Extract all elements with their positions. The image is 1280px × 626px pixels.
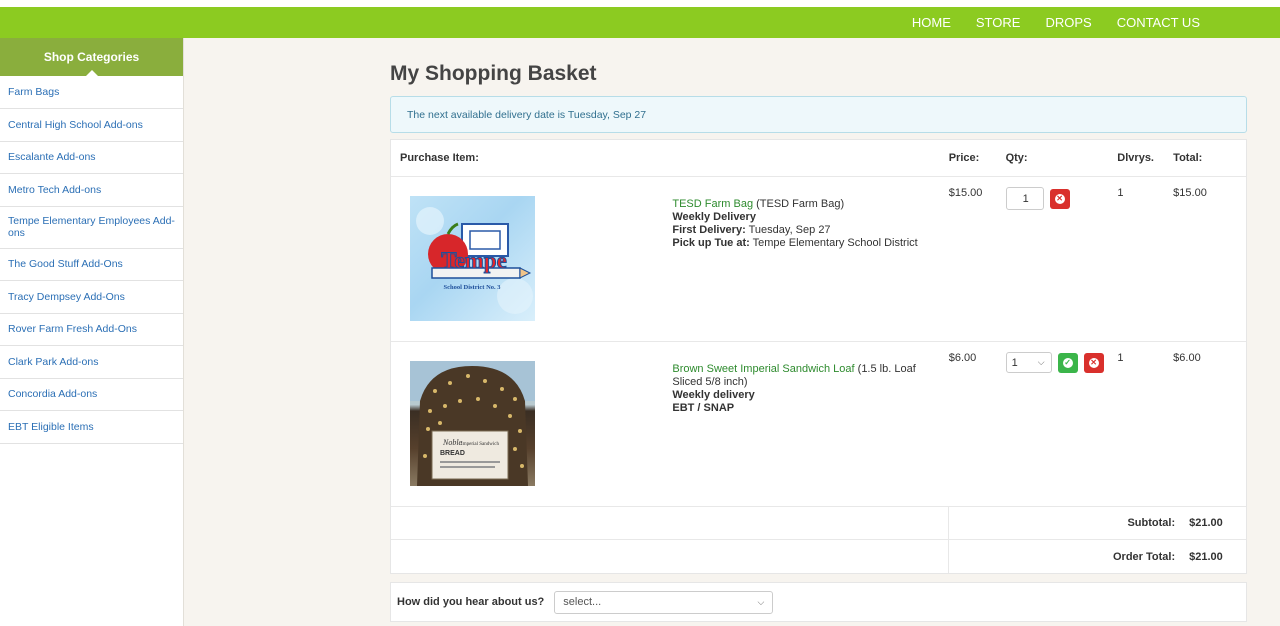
item-deliveries: 1 [1117, 352, 1124, 364]
sidebar-title: Shop Categories [0, 38, 183, 76]
item-qty-cell: 1 ✕ [1005, 177, 1118, 341]
item-description: TESD Farm Bag (TESD Farm Bag) Weekly Del… [672, 177, 948, 341]
item-title-line: TESD Farm Bag (TESD Farm Bag) [672, 198, 948, 211]
subtotal-value: $21.00 [1189, 517, 1223, 529]
page-title: My Shopping Basket [390, 62, 597, 85]
header-deliveries: Dlvrys. [1117, 152, 1154, 164]
item-frequency: Weekly delivery [672, 389, 755, 401]
header-total: Total: [1173, 152, 1203, 164]
item-image-cell: Noble BREAD Imperial Sandwich [391, 342, 672, 506]
item-first-delivery-label: First Delivery: [672, 224, 746, 236]
summary-spacer [391, 507, 949, 539]
item-image-cell: Tempe School District No. 3 [391, 177, 672, 341]
bread-label-brand: Noble [442, 438, 463, 447]
sidebar-item-concordia[interactable]: Concordia Add-ons [0, 379, 183, 411]
item-qty-cell: 1 ⌵ ✓ ✕ [1005, 342, 1118, 506]
sidebar-notch [86, 70, 98, 76]
quantity-select[interactable]: 1 ⌵ [1005, 352, 1052, 373]
subtotal-row: Subtotal: $21.00 [391, 507, 1246, 540]
order-total-row: Order Total: $21.00 [391, 540, 1246, 573]
item-price: $15.00 [948, 187, 983, 199]
item-total: $6.00 [1173, 352, 1201, 364]
item-pickup: Pick up Tue at: Tempe Elementary School … [672, 237, 948, 250]
top-strip [0, 0, 1280, 7]
sidebar-item-tempe-elementary[interactable]: Tempe Elementary Employees Add-ons [0, 207, 183, 249]
item-ebt-note: EBT / SNAP [672, 402, 735, 414]
header-qty: Qty: [1005, 152, 1028, 164]
item-deliveries: 1 [1117, 187, 1124, 199]
sidebar-title-text: Shop Categories [43, 50, 140, 64]
nav-contact-link[interactable]: CONTACT US [1117, 15, 1200, 30]
item-name-link[interactable]: Brown Sweet Imperial Sandwich Loaf [672, 363, 854, 375]
tempe-district-logo[interactable]: Tempe School District No. 3 [410, 196, 535, 321]
item-pickup-label: Pick up Tue at: [672, 237, 750, 249]
sidebar-item-farm-bags[interactable]: Farm Bags [0, 76, 183, 109]
item-title-line: Brown Sweet Imperial Sandwich Loaf (1.5 … [672, 363, 948, 389]
bread-label-word: BREAD [440, 450, 465, 457]
sidebar-item-good-stuff[interactable]: The Good Stuff Add-Ons [0, 249, 183, 281]
header-price: Price: [948, 152, 980, 164]
category-list: Farm Bags Central High School Add-ons Es… [0, 76, 183, 444]
order-total-value: $21.00 [1189, 550, 1223, 563]
item-price: $6.00 [948, 352, 977, 364]
chevron-down-icon: ⌵ [757, 596, 765, 607]
remove-item-button[interactable]: ✕ [1083, 352, 1104, 373]
sidebar-item-central-high[interactable]: Central High School Add-ons [0, 109, 183, 142]
nav-home-link[interactable]: HOME [912, 15, 951, 30]
tempe-logo-word: Tempe [441, 248, 507, 273]
item-first-delivery: First Delivery: Tuesday, Sep 27 [672, 224, 948, 237]
quantity-input[interactable]: 1 [1005, 187, 1044, 210]
qty-controls: 1 ✕ [1005, 187, 1118, 210]
order-total-label: Order Total: [1112, 550, 1176, 563]
summary-spacer [391, 540, 949, 573]
confirm-quantity-button[interactable]: ✓ [1057, 352, 1078, 373]
sidebar-item-escalante[interactable]: Escalante Add-ons [0, 142, 183, 174]
sidebar-item-tracy-dempsey[interactable]: Tracy Dempsey Add-Ons [0, 281, 183, 314]
remove-icon: ✕ [1088, 357, 1099, 368]
nav-store-link[interactable]: STORE [976, 15, 1021, 30]
item-first-delivery-value: Tuesday, Sep 27 [745, 224, 831, 236]
subtotal-label: Subtotal: [1127, 517, 1176, 529]
table-row: Tempe School District No. 3 TESD Farm Ba… [391, 177, 1246, 342]
item-frequency: Weekly Delivery [672, 211, 756, 223]
item-pickup-value: Tempe Elementary School District [749, 237, 918, 249]
sidebar: Shop Categories Farm Bags Central High S… [0, 38, 184, 626]
qty-controls: 1 ⌵ ✓ ✕ [1005, 352, 1118, 373]
item-name-link[interactable]: TESD Farm Bag [672, 198, 753, 210]
item-variant: (TESD Farm Bag) [753, 198, 845, 210]
referral-survey: How did you hear about us? select... ⌵ [390, 582, 1247, 622]
table-row: Noble BREAD Imperial Sandwich Brown Swee… [391, 342, 1246, 507]
item-description: Brown Sweet Imperial Sandwich Loaf (1.5 … [672, 342, 948, 506]
quantity-select-value: 1 [1011, 356, 1018, 369]
tempe-logo-caption: School District No. 3 [443, 284, 501, 291]
remove-icon: ✕ [1054, 193, 1065, 204]
nav-drops-link[interactable]: DROPS [1045, 15, 1091, 30]
item-total: $15.00 [1173, 187, 1207, 199]
main-content: My Shopping Basket The next available de… [390, 38, 1247, 622]
referral-select[interactable]: select... ⌵ [554, 590, 774, 614]
delivery-notice: The next available delivery date is Tues… [390, 96, 1247, 133]
top-navbar: HOME STORE DROPS CONTACT US [0, 7, 1280, 38]
referral-label: How did you hear about us? [397, 596, 545, 608]
sidebar-item-ebt-eligible[interactable]: EBT Eligible Items [0, 411, 183, 444]
basket-table: Purchase Item: Price: Qty: Dlvrys. Total… [390, 139, 1247, 574]
chevron-down-icon: ⌵ [1037, 357, 1045, 367]
table-header: Purchase Item: Price: Qty: Dlvrys. Total… [391, 140, 1246, 177]
check-icon: ✓ [1062, 357, 1073, 368]
sidebar-item-metro-tech[interactable]: Metro Tech Add-ons [0, 174, 183, 207]
sidebar-item-clark-park[interactable]: Clark Park Add-ons [0, 346, 183, 379]
header-item: Purchase Item: [400, 152, 479, 164]
referral-select-value: select... [563, 596, 602, 608]
bread-label-product: Imperial Sandwich [461, 442, 499, 447]
nav-links: HOME STORE DROPS CONTACT US [912, 7, 1200, 38]
sidebar-item-rover-farm[interactable]: Rover Farm Fresh Add-Ons [0, 314, 183, 346]
remove-item-button[interactable]: ✕ [1049, 188, 1070, 209]
bread-loaf-photo[interactable]: Noble BREAD Imperial Sandwich [410, 361, 535, 486]
